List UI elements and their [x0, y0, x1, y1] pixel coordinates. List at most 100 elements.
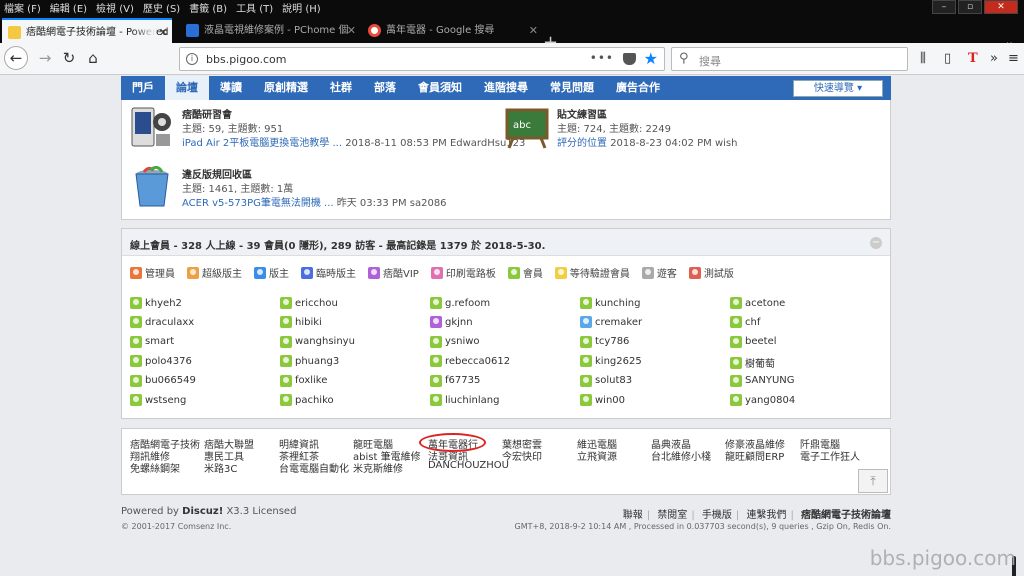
online-user[interactable]: khyeh2	[130, 297, 182, 309]
sidebar-icon[interactable]: ▯	[944, 51, 951, 66]
forum-name[interactable]: 違反版規回收區	[182, 166, 252, 181]
online-user[interactable]: 樹葡萄	[730, 355, 775, 370]
online-user[interactable]: f67735	[430, 374, 480, 387]
nav-portal[interactable]: 門戶	[121, 76, 165, 100]
minimize-button[interactable]: –	[932, 0, 956, 14]
nav-guide[interactable]: 導讀	[209, 76, 253, 100]
online-user[interactable]: yang0804	[730, 394, 795, 406]
user-name: rebecca0612	[445, 355, 511, 367]
library-icon[interactable]: ⫼	[920, 51, 926, 66]
tab-pchome[interactable]: 液晶電視維修案例 - PChome 個 ✕	[180, 18, 360, 43]
nav-faq[interactable]: 常見問題	[539, 76, 605, 100]
online-user[interactable]: ysniwo	[430, 335, 480, 348]
tab-close-icon[interactable]: ✕	[529, 18, 538, 43]
online-user[interactable]: hibiki	[280, 316, 322, 329]
online-user[interactable]: tcy786	[580, 335, 629, 348]
friend-link[interactable]: DANCHOUZHOU	[428, 460, 509, 471]
home-button[interactable]: ⌂	[82, 47, 104, 69]
menu-edit[interactable]: 編輯 (E)	[46, 0, 92, 15]
online-user[interactable]: kunching	[580, 297, 640, 309]
menu-bookmarks[interactable]: 書籤 (B)	[185, 0, 232, 15]
menu-help[interactable]: 說明 (H)	[278, 0, 326, 15]
online-user[interactable]: wstseng	[130, 394, 186, 406]
reload-button[interactable]: ↻	[58, 47, 80, 69]
online-user[interactable]: draculaxx	[130, 316, 194, 329]
bookmark-star-icon[interactable]: ★	[644, 49, 658, 68]
online-user[interactable]: wanghsinyu	[280, 335, 355, 348]
footer-link-contact[interactable]: 連繫我們	[746, 510, 786, 521]
address-bar[interactable]: i bbs.pigoo.com ••• ★	[179, 47, 665, 71]
friend-link[interactable]: 米克斯維修	[353, 460, 403, 475]
online-user[interactable]: bu066549	[130, 374, 196, 387]
friend-link[interactable]: 立飛資源	[577, 448, 617, 463]
friend-link[interactable]: 龍旺顧問ERP	[725, 448, 784, 463]
search-bar[interactable]: ⚲ 搜尋	[671, 47, 908, 71]
menu-file[interactable]: 檔案 (F)	[0, 0, 46, 15]
online-user[interactable]: SANYUNG	[730, 374, 795, 387]
friend-link[interactable]: 米路3C	[204, 460, 237, 475]
forward-button[interactable]: →	[34, 47, 56, 69]
menu-tools[interactable]: 工具 (T)	[232, 0, 278, 15]
friend-link[interactable]: 台電電腦自動化	[279, 460, 349, 475]
back-to-top-button[interactable]: ⤒	[858, 469, 888, 493]
footer-link-site[interactable]: 痞酷網電子技術論壇	[801, 510, 891, 521]
last-post-link[interactable]: ACER v5-573PG筆電無法開機 ...	[182, 198, 334, 209]
forum-name[interactable]: 痞酷研習會	[182, 106, 232, 121]
nav-forum[interactable]: 論壇	[165, 76, 209, 100]
user-name: liuchinlang	[445, 394, 500, 406]
footer-link-mobile[interactable]: 手機版	[702, 510, 732, 521]
restore-button[interactable]: ▫	[958, 0, 982, 14]
online-user[interactable]: smart	[130, 335, 174, 348]
online-user[interactable]: gkjnn	[430, 316, 473, 329]
online-user[interactable]: rebecca0612	[430, 355, 511, 368]
online-user[interactable]: liuchinlang	[430, 394, 499, 406]
friend-link[interactable]: 台北維修小棧	[651, 448, 711, 463]
tab-google[interactable]: 萬年電器 - Google 搜尋 ✕	[362, 18, 542, 43]
online-user[interactable]: polo4376	[130, 355, 192, 368]
pocket-icon[interactable]	[623, 53, 636, 65]
tab-pigoo[interactable]: 痞酷網電子技術論壇 - Powered b ✕	[2, 18, 172, 43]
friend-link[interactable]: 電子工作狂人	[800, 448, 860, 463]
last-post-link[interactable]: iPad Air 2平板電腦更換電池教學 ...	[182, 138, 342, 149]
menu-view[interactable]: 檢視 (V)	[92, 0, 139, 15]
last-post-link[interactable]: 評分的位置	[557, 138, 607, 149]
translate-extension-icon[interactable]: T	[968, 51, 978, 66]
nav-advanced-search[interactable]: 進階搜尋	[473, 76, 539, 100]
online-user[interactable]: win00	[580, 394, 625, 406]
nav-blog[interactable]: 部落	[363, 76, 407, 100]
online-user[interactable]: acetone	[730, 297, 785, 309]
online-user[interactable]: g.refoom	[430, 297, 490, 309]
discuz-link[interactable]: Discuz!	[182, 506, 223, 517]
site-info-icon[interactable]: i	[186, 53, 198, 65]
page-actions-icon[interactable]: •••	[590, 51, 614, 65]
footer-link-banned[interactable]: 禁閱室	[657, 510, 687, 521]
tab-close-icon[interactable]: ✕	[159, 20, 168, 43]
online-user[interactable]: king2625	[580, 355, 642, 368]
collapse-icon[interactable]: −	[870, 237, 882, 249]
online-user[interactable]: cremaker	[580, 316, 642, 329]
online-user[interactable]: pachiko	[280, 394, 334, 406]
online-user[interactable]: solut83	[580, 374, 632, 387]
hamburger-menu-icon[interactable]: ≡	[1008, 51, 1019, 66]
overflow-menu-icon[interactable]: »	[990, 51, 998, 66]
menu-history[interactable]: 歷史 (S)	[139, 0, 185, 15]
footer-link-report[interactable]: 聯報	[623, 510, 643, 521]
online-user[interactable]: beetel	[730, 335, 777, 348]
nav-originals[interactable]: 原創精選	[253, 76, 319, 100]
nav-ads[interactable]: 廣告合作	[605, 76, 671, 100]
back-button[interactable]: ←	[4, 46, 28, 70]
friend-link[interactable]: 免螺絲鋼架	[130, 460, 180, 475]
practice-board-icon[interactable]: abc	[505, 106, 549, 150]
online-user[interactable]: ericchou	[280, 297, 338, 309]
close-window-button[interactable]: ✕	[984, 0, 1018, 14]
online-user[interactable]: chf	[730, 316, 760, 329]
quick-nav-dropdown[interactable]: 快速導覽 ▾	[793, 80, 883, 97]
tab-close-icon[interactable]: ✕	[347, 18, 356, 43]
workshop-forum-icon[interactable]	[130, 106, 174, 150]
online-user[interactable]: phuang3	[280, 355, 339, 368]
recycle-bin-icon[interactable]	[130, 166, 174, 210]
online-user[interactable]: foxlike	[280, 374, 327, 387]
nav-member-notice[interactable]: 會員須知	[407, 76, 473, 100]
forum-name[interactable]: 貼文練習區	[557, 106, 607, 121]
nav-community[interactable]: 社群	[319, 76, 363, 100]
